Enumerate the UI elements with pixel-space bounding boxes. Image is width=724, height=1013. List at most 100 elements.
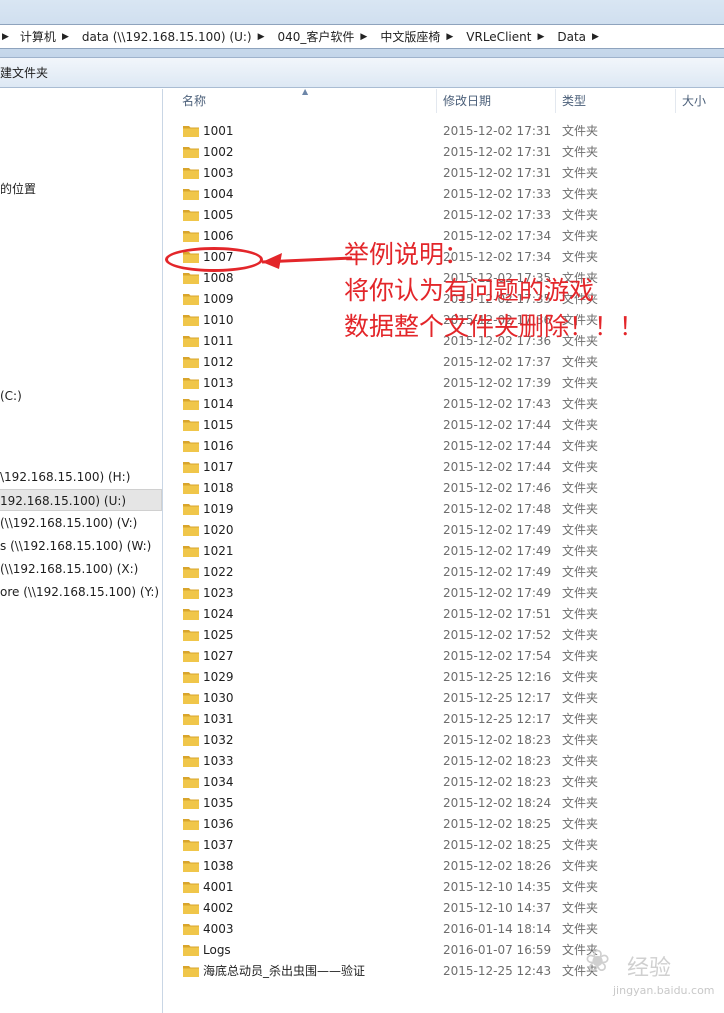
nav-item[interactable]: (\\192.168.15.100) (X:) bbox=[0, 558, 162, 580]
file-row[interactable]: 1036 2015-12-02 18:25 文件夹 bbox=[164, 814, 724, 835]
file-row[interactable]: 4003 2016-01-14 18:14 文件夹 bbox=[164, 919, 724, 940]
folder-icon bbox=[183, 565, 199, 578]
file-name: 1020 bbox=[203, 523, 234, 537]
breadcrumb-item[interactable]: 计算机 ▶ bbox=[11, 25, 73, 48]
chevron-right-icon[interactable]: ▶ bbox=[590, 32, 601, 42]
file-row[interactable]: 1019 2015-12-02 17:48 文件夹 bbox=[164, 499, 724, 520]
nav-item[interactable]: 的位置 bbox=[0, 178, 162, 200]
file-type: 文件夹 bbox=[562, 544, 599, 558]
file-row[interactable]: 1013 2015-12-02 17:39 文件夹 bbox=[164, 373, 724, 394]
column-header-type[interactable]: 类型 bbox=[556, 89, 676, 113]
file-date: 2015-12-02 17:44 bbox=[443, 418, 552, 432]
folder-icon bbox=[183, 145, 199, 158]
chevron-right-icon[interactable]: ▶ bbox=[0, 32, 11, 42]
folder-icon bbox=[183, 187, 199, 200]
breadcrumb-item[interactable]: 中文版座椅 ▶ bbox=[371, 25, 457, 48]
file-date: 2015-12-02 18:26 bbox=[443, 859, 552, 873]
nav-item[interactable]: (\\192.168.15.100) (V:) bbox=[0, 512, 162, 534]
folder-icon bbox=[183, 229, 199, 242]
folder-icon bbox=[183, 733, 199, 746]
file-date: 2015-12-02 18:23 bbox=[443, 775, 552, 789]
file-row[interactable]: 1031 2015-12-25 12:17 文件夹 bbox=[164, 709, 724, 730]
file-row[interactable]: 1002 2015-12-02 17:31 文件夹 bbox=[164, 142, 724, 163]
file-row[interactable]: 4002 2015-12-10 14:37 文件夹 bbox=[164, 898, 724, 919]
file-name: 4001 bbox=[203, 880, 234, 894]
file-type: 文件夹 bbox=[562, 124, 599, 138]
file-row[interactable]: 1023 2015-12-02 17:49 文件夹 bbox=[164, 583, 724, 604]
file-row[interactable]: 1001 2015-12-02 17:31 文件夹 bbox=[164, 121, 724, 142]
breadcrumb-item[interactable]: Data ▶ bbox=[548, 25, 603, 48]
file-row[interactable]: 1012 2015-12-02 17:37 文件夹 bbox=[164, 352, 724, 373]
file-date: 2015-12-02 18:23 bbox=[443, 754, 552, 768]
folder-icon bbox=[183, 208, 199, 221]
folder-icon bbox=[183, 922, 199, 935]
file-row[interactable]: 1017 2015-12-02 17:44 文件夹 bbox=[164, 457, 724, 478]
file-row[interactable]: 1015 2015-12-02 17:44 文件夹 bbox=[164, 415, 724, 436]
folder-icon bbox=[183, 523, 199, 536]
breadcrumb-item[interactable]: VRLeClient ▶ bbox=[457, 25, 548, 48]
file-date: 2015-12-02 17:44 bbox=[443, 460, 552, 474]
folder-icon bbox=[183, 754, 199, 767]
annotation-line: 数据整个文件夹删除！！！ bbox=[344, 312, 645, 341]
file-list[interactable]: ▲ 名称 修改日期 类型 大小 1001 2015-12-02 17:31 文件夹 1… bbox=[164, 87, 724, 1013]
nav-item[interactable]: 192.168.15.100) (U:) bbox=[0, 489, 162, 511]
folder-icon bbox=[183, 670, 199, 683]
file-row[interactable]: 1018 2015-12-02 17:46 文件夹 bbox=[164, 478, 724, 499]
navigation-pane[interactable]: 的位置 (C:) \192.168.15.100) (H:) 192.168.15.1… bbox=[0, 89, 163, 1013]
file-name: 4003 bbox=[203, 922, 234, 936]
file-row[interactable]: 1038 2015-12-02 18:26 文件夹 bbox=[164, 856, 724, 877]
chevron-right-icon[interactable]: ▶ bbox=[358, 32, 369, 42]
chevron-right-icon[interactable]: ▶ bbox=[256, 32, 267, 42]
file-row[interactable]: 1021 2015-12-02 17:49 文件夹 bbox=[164, 541, 724, 562]
file-row[interactable]: 1033 2015-12-02 18:23 文件夹 bbox=[164, 751, 724, 772]
folder-icon bbox=[183, 124, 199, 137]
file-name: 1012 bbox=[203, 355, 234, 369]
file-name: 1013 bbox=[203, 376, 234, 390]
file-name: 1015 bbox=[203, 418, 234, 432]
breadcrumb-item[interactable]: data (\\192.168.15.100) (U:) ▶ bbox=[73, 25, 269, 48]
file-name: 4002 bbox=[203, 901, 234, 915]
nav-item[interactable]: \192.168.15.100) (H:) bbox=[0, 466, 162, 488]
file-name: 1005 bbox=[203, 208, 234, 222]
file-row[interactable]: 1024 2015-12-02 17:51 文件夹 bbox=[164, 604, 724, 625]
new-folder-button[interactable]: 建文件夹 bbox=[0, 64, 48, 81]
file-row[interactable]: 1037 2015-12-02 18:25 文件夹 bbox=[164, 835, 724, 856]
breadcrumb[interactable]: ▶ 计算机 ▶ data (\\192.168.15.100) (U:) ▶ 040… bbox=[0, 24, 724, 49]
file-row[interactable]: 1030 2015-12-25 12:17 文件夹 bbox=[164, 688, 724, 709]
column-header-name[interactable]: 名称 bbox=[176, 89, 437, 113]
file-row[interactable]: 1014 2015-12-02 17:43 文件夹 bbox=[164, 394, 724, 415]
file-row[interactable]: 1004 2015-12-02 17:33 文件夹 bbox=[164, 184, 724, 205]
file-row[interactable]: 1016 2015-12-02 17:44 文件夹 bbox=[164, 436, 724, 457]
file-row[interactable]: 1034 2015-12-02 18:23 文件夹 bbox=[164, 772, 724, 793]
folder-icon bbox=[183, 397, 199, 410]
column-headers: ▲ 名称 修改日期 类型 大小 bbox=[164, 87, 724, 113]
column-header-size[interactable]: 大小 bbox=[676, 89, 724, 113]
file-type: 文件夹 bbox=[562, 607, 599, 621]
file-row[interactable]: 1020 2015-12-02 17:49 文件夹 bbox=[164, 520, 724, 541]
file-row[interactable]: 1032 2015-12-02 18:23 文件夹 bbox=[164, 730, 724, 751]
file-name: 1035 bbox=[203, 796, 234, 810]
chevron-right-icon[interactable]: ▶ bbox=[60, 32, 71, 42]
nav-item[interactable]: s (\\192.168.15.100) (W:) bbox=[0, 535, 162, 557]
file-row[interactable]: 4001 2015-12-10 14:35 文件夹 bbox=[164, 877, 724, 898]
column-header-date[interactable]: 修改日期 bbox=[437, 89, 556, 113]
file-row[interactable]: 1022 2015-12-02 17:49 文件夹 bbox=[164, 562, 724, 583]
file-row[interactable]: 1025 2015-12-02 17:52 文件夹 bbox=[164, 625, 724, 646]
breadcrumb-item[interactable]: 040_客户软件 ▶ bbox=[269, 25, 372, 48]
file-date: 2015-12-25 12:43 bbox=[443, 964, 552, 978]
nav-item[interactable]: ore (\\192.168.15.100) (Y:) bbox=[0, 581, 162, 603]
folder-icon bbox=[183, 775, 199, 788]
file-row[interactable]: 1035 2015-12-02 18:24 文件夹 bbox=[164, 793, 724, 814]
file-type: 文件夹 bbox=[562, 502, 599, 516]
file-row[interactable]: 1027 2015-12-02 17:54 文件夹 bbox=[164, 646, 724, 667]
file-name: 1009 bbox=[203, 292, 234, 306]
file-row[interactable]: 1003 2015-12-02 17:31 文件夹 bbox=[164, 163, 724, 184]
file-date: 2015-12-25 12:17 bbox=[443, 691, 552, 705]
nav-item[interactable]: (C:) bbox=[0, 385, 162, 407]
file-date: 2016-01-07 16:59 bbox=[443, 943, 552, 957]
file-name: 1006 bbox=[203, 229, 234, 243]
file-row[interactable]: 1005 2015-12-02 17:33 文件夹 bbox=[164, 205, 724, 226]
file-row[interactable]: 1029 2015-12-25 12:16 文件夹 bbox=[164, 667, 724, 688]
chevron-right-icon[interactable]: ▶ bbox=[444, 32, 455, 42]
chevron-right-icon[interactable]: ▶ bbox=[535, 32, 546, 42]
